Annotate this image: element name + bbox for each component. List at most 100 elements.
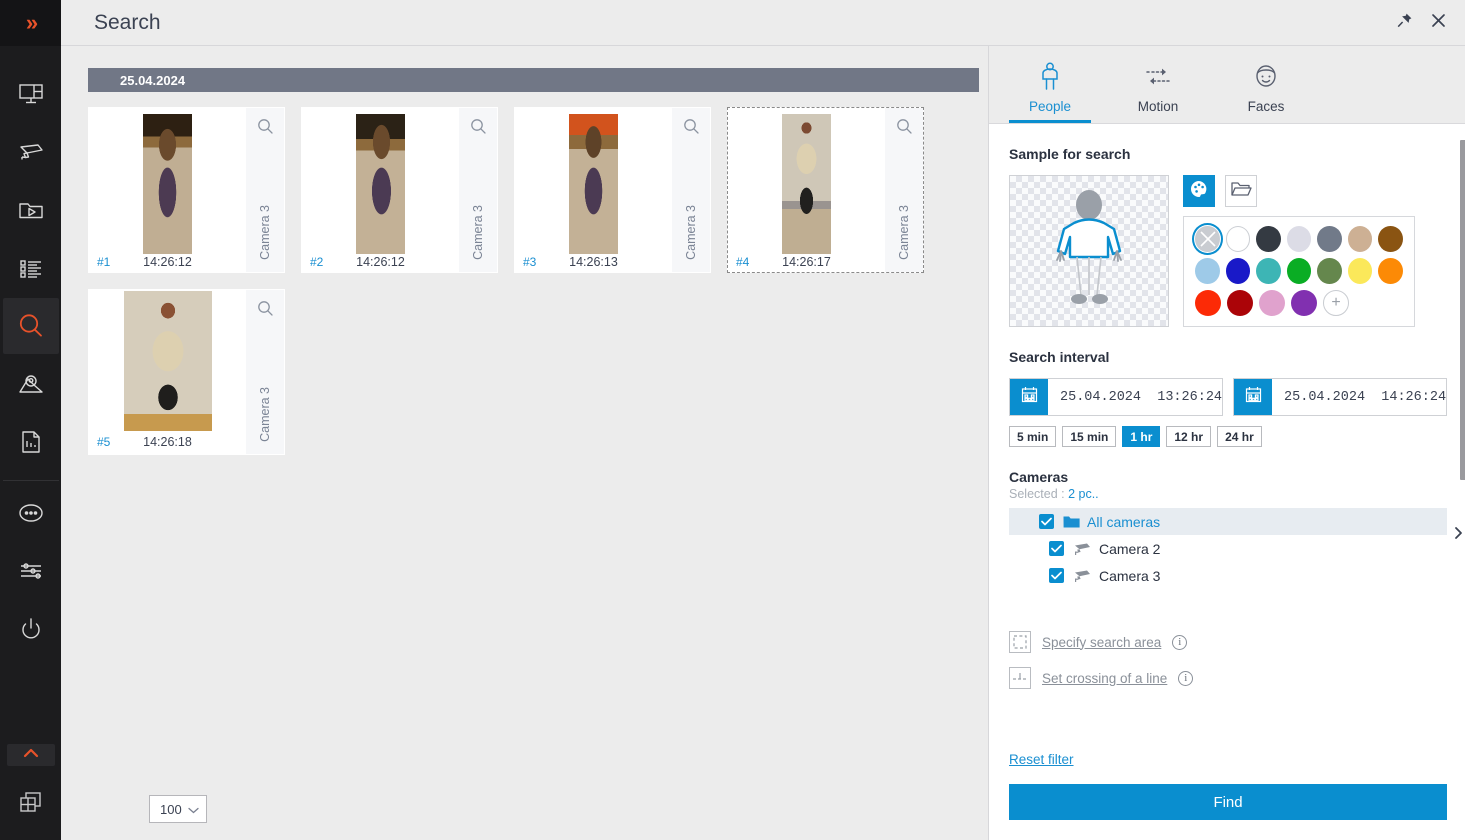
result-camera-label: Camera 3 bbox=[258, 205, 272, 260]
page-size-value: 100 bbox=[160, 801, 182, 817]
filter-scroll-region: Sample for search + Search interval 25.0… bbox=[989, 124, 1465, 751]
color-swatch-gray[interactable] bbox=[1317, 226, 1342, 252]
layouts-icon bbox=[16, 79, 46, 109]
info-icon[interactable]: i bbox=[1172, 634, 1188, 650]
preset-15-min[interactable]: 15 min bbox=[1062, 426, 1117, 447]
color-swatch-black[interactable] bbox=[1256, 226, 1281, 252]
camera-row-3[interactable]: Camera 3 bbox=[1009, 562, 1447, 589]
color-swatch-orange[interactable] bbox=[1378, 258, 1404, 284]
color-swatch-light-blue[interactable] bbox=[1195, 258, 1220, 284]
reset-filter-link[interactable]: Reset filter bbox=[1009, 752, 1074, 767]
selected-prefix: Selected : bbox=[1009, 487, 1065, 501]
magnifier-icon[interactable] bbox=[683, 118, 700, 140]
map-icon bbox=[16, 369, 46, 399]
color-swatch-light-gray[interactable] bbox=[1286, 226, 1312, 252]
page-size-select[interactable]: 100 bbox=[149, 795, 207, 823]
color-swatch-pink[interactable] bbox=[1259, 290, 1285, 316]
result-card[interactable]: #1 14:26:12 Camera 3 bbox=[88, 107, 285, 273]
plus-icon[interactable]: + bbox=[1323, 290, 1349, 316]
camera-name-all: All cameras bbox=[1087, 513, 1161, 530]
magnifier-icon[interactable] bbox=[470, 118, 487, 140]
magnifier-icon[interactable] bbox=[257, 118, 274, 140]
pin-button[interactable] bbox=[1387, 6, 1421, 40]
sample-tool-row bbox=[1183, 175, 1415, 207]
sidebar-item-more[interactable] bbox=[3, 485, 59, 541]
color-swatch-purple[interactable] bbox=[1291, 290, 1317, 316]
sidebar-item-archive[interactable] bbox=[3, 182, 59, 238]
panel-collapse-button[interactable] bbox=[1450, 524, 1465, 546]
result-camera-label: Camera 3 bbox=[897, 205, 911, 260]
panel-scrollbar-thumb[interactable] bbox=[1460, 140, 1465, 480]
sidebar-item-map[interactable] bbox=[3, 356, 59, 412]
camera-checkbox-all[interactable] bbox=[1039, 514, 1054, 529]
color-swatch-blue[interactable] bbox=[1225, 258, 1251, 284]
thumbnail-wrap bbox=[302, 108, 459, 254]
sidebar-item-layouts[interactable] bbox=[3, 66, 59, 122]
result-card-side: Camera 3 bbox=[672, 108, 710, 272]
color-swatch-brown[interactable] bbox=[1378, 226, 1404, 252]
set-crossing-line-row[interactable]: Set crossing of a line i bbox=[1009, 667, 1447, 689]
rail-expand-button[interactable]: » bbox=[0, 0, 61, 46]
camera-checkbox-2[interactable] bbox=[1049, 541, 1064, 556]
color-swatch-any[interactable] bbox=[1192, 223, 1223, 255]
tab-people-label: People bbox=[1028, 99, 1072, 114]
magnifier-icon[interactable] bbox=[257, 300, 274, 322]
close-button[interactable] bbox=[1421, 6, 1455, 40]
preset-12-hr[interactable]: 12 hr bbox=[1166, 426, 1212, 447]
palette-button[interactable] bbox=[1183, 175, 1215, 207]
preset-24-hr[interactable]: 24 hr bbox=[1217, 426, 1262, 447]
result-card-footer: #3 14:26:13 bbox=[515, 254, 672, 272]
palette-row bbox=[1195, 258, 1404, 284]
settings-sliders-icon bbox=[16, 556, 46, 586]
cameras-title: Cameras bbox=[1009, 469, 1069, 485]
specify-search-area-link[interactable]: Specify search area bbox=[1042, 635, 1161, 650]
color-swatch-red[interactable] bbox=[1195, 290, 1221, 316]
calendar-from-button[interactable] bbox=[1010, 379, 1048, 415]
color-swatch-dark-red[interactable] bbox=[1227, 290, 1253, 316]
preset-1-hr[interactable]: 1 hr bbox=[1122, 426, 1161, 447]
load-image-button[interactable] bbox=[1225, 175, 1257, 207]
set-crossing-line-link[interactable]: Set crossing of a line bbox=[1042, 671, 1167, 686]
sidebar-item-search[interactable] bbox=[2, 298, 59, 354]
result-card[interactable]: #5 14:26:18 Camera 3 bbox=[88, 289, 285, 455]
sidebar-item-power[interactable] bbox=[3, 601, 59, 657]
result-time: 14:26:12 bbox=[356, 255, 405, 269]
date-group-header: 25.04.2024 bbox=[88, 68, 979, 92]
tab-faces[interactable]: Faces bbox=[1225, 62, 1307, 123]
rail-collapse-button[interactable] bbox=[6, 744, 55, 766]
find-button[interactable]: Find bbox=[1009, 784, 1448, 820]
camera-row-all[interactable]: All cameras bbox=[1009, 508, 1448, 535]
preset-5-min[interactable]: 5 min bbox=[1009, 426, 1057, 447]
camera-checkbox-3[interactable] bbox=[1049, 568, 1064, 583]
color-swatch-teal[interactable] bbox=[1256, 258, 1281, 284]
result-card[interactable]: #2 14:26:12 Camera 3 bbox=[301, 107, 498, 273]
magnifier-icon[interactable] bbox=[896, 118, 913, 140]
color-swatch-yellow[interactable] bbox=[1347, 258, 1373, 284]
result-card-selected[interactable]: #4 14:26:17 Camera 3 bbox=[727, 107, 924, 273]
main-region: Search 25.04.2024 #1 14:26:12 Camera 3 #… bbox=[61, 0, 1465, 840]
color-swatch-white[interactable] bbox=[1225, 226, 1251, 252]
specify-search-area-row[interactable]: Specify search area i bbox=[1009, 631, 1447, 653]
chevron-down-icon bbox=[188, 802, 199, 817]
interval-to-field[interactable]: 25.04.2024 14:26:24 bbox=[1233, 378, 1448, 416]
sidebar-item-windows[interactable] bbox=[3, 774, 59, 830]
color-swatch-green[interactable] bbox=[1286, 258, 1312, 284]
person-thumbnail bbox=[143, 114, 192, 254]
info-icon[interactable]: i bbox=[1178, 670, 1194, 686]
sample-preview[interactable] bbox=[1009, 175, 1169, 327]
sidebar-item-cameras[interactable] bbox=[3, 124, 59, 180]
color-swatch-beige[interactable] bbox=[1347, 226, 1373, 252]
tab-motion[interactable]: Motion bbox=[1117, 62, 1199, 123]
sidebar-item-settings[interactable] bbox=[3, 543, 59, 599]
color-swatch-olive[interactable] bbox=[1317, 258, 1342, 284]
tab-motion-label: Motion bbox=[1137, 99, 1179, 114]
interval-from-field[interactable]: 25.04.2024 13:26:24 bbox=[1009, 378, 1224, 416]
sidebar-item-reports[interactable] bbox=[3, 414, 59, 470]
camera-row-2[interactable]: Camera 2 bbox=[1009, 535, 1447, 562]
sidebar-item-events[interactable] bbox=[3, 240, 59, 296]
cameras-section: Cameras Selected : 2 pc.. All cameras Ca… bbox=[1009, 469, 1448, 589]
calendar-to-button[interactable] bbox=[1234, 379, 1273, 415]
tab-people[interactable]: People bbox=[1009, 62, 1091, 123]
result-card[interactable]: #3 14:26:13 Camera 3 bbox=[514, 107, 711, 273]
result-card-body: #3 14:26:13 bbox=[515, 108, 672, 272]
